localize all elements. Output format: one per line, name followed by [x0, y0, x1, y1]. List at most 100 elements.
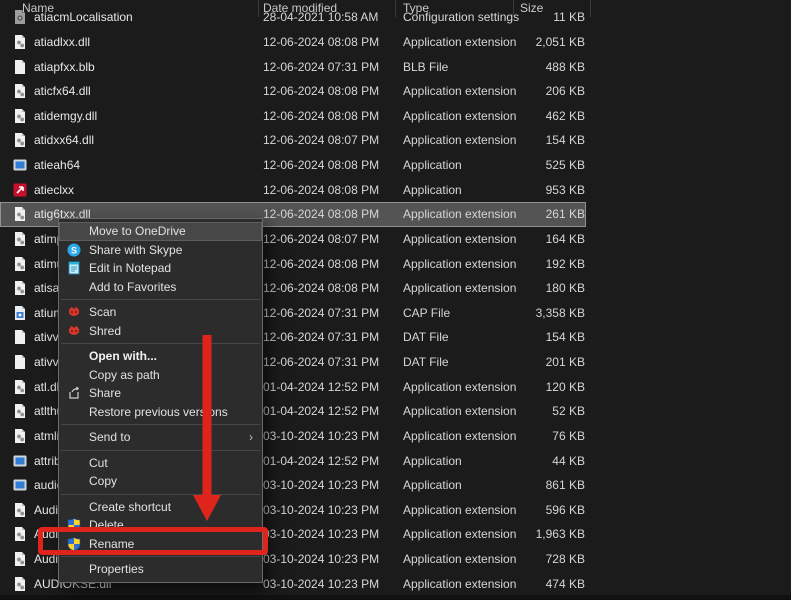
file-type: Application	[403, 454, 462, 468]
file-date-modified: 12-06-2024 08:08 PM	[263, 257, 379, 271]
file-name: attrib	[34, 454, 61, 468]
column-header-type[interactable]: Type	[403, 1, 429, 15]
file-date-modified: 12-06-2024 07:31 PM	[263, 330, 379, 344]
file-date-modified: 03-10-2024 10:23 PM	[263, 429, 379, 443]
menu-item-rename[interactable]: Rename	[59, 535, 262, 554]
menu-item-shred[interactable]: Shred	[59, 322, 262, 341]
menu-item-properties[interactable]: Properties	[59, 560, 262, 579]
file-date-modified: 12-06-2024 08:08 PM	[263, 183, 379, 197]
file-name: aticfx64.dll	[34, 84, 91, 98]
column-divider[interactable]	[590, 0, 591, 17]
file-type: DAT File	[403, 355, 449, 369]
menu-item-share-with-skype[interactable]: SShare with Skype	[59, 241, 262, 260]
menu-item-create-shortcut[interactable]: Create shortcut	[59, 498, 262, 517]
menu-item-cut[interactable]: Cut	[59, 454, 262, 473]
menu-item-copy-as-path[interactable]: Copy as path	[59, 366, 262, 385]
dll-file-icon	[12, 256, 28, 272]
file-size: 52 KB	[460, 404, 585, 418]
file-size: 120 KB	[460, 380, 585, 394]
file-size: 2,051 KB	[460, 35, 585, 49]
menu-separator	[61, 299, 260, 300]
dll-file-icon	[12, 108, 28, 124]
file-size: 488 KB	[460, 60, 585, 74]
file-name: atiapfxx.blb	[34, 60, 95, 74]
menu-item-label: Copy as path	[89, 368, 160, 382]
file-type: Application	[403, 183, 462, 197]
app-red-icon	[12, 182, 28, 198]
file-date-modified: 12-06-2024 07:31 PM	[263, 306, 379, 320]
menu-item-label: Copy	[89, 474, 117, 488]
menu-separator	[61, 450, 260, 451]
dll-file-icon	[12, 551, 28, 567]
menu-item-copy[interactable]: Copy	[59, 472, 262, 491]
dll-file-icon	[12, 576, 28, 592]
column-divider[interactable]	[513, 0, 514, 17]
file-name: atieah64	[34, 158, 80, 172]
menu-item-open-with[interactable]: Open with...	[59, 347, 262, 366]
file-size: 728 KB	[460, 552, 585, 566]
menu-item-send-to[interactable]: Send to ›	[59, 428, 262, 447]
file-row[interactable]: aticfx64.dll12-06-2024 08:08 PMApplicati…	[0, 79, 586, 104]
menu-item-label: Shred	[89, 324, 121, 338]
dll-file-icon	[12, 231, 28, 247]
file-date-modified: 12-06-2024 08:08 PM	[263, 281, 379, 295]
file-date-modified: 12-06-2024 08:08 PM	[263, 84, 379, 98]
share-icon	[67, 386, 81, 400]
menu-item-label: Add to Favorites	[89, 280, 176, 294]
column-header-size[interactable]: Size	[520, 1, 543, 15]
file-size: 164 KB	[460, 232, 585, 246]
file-date-modified: 03-10-2024 10:23 PM	[263, 478, 379, 492]
menu-item-label: Properties	[89, 562, 144, 576]
file-size: 1,963 KB	[460, 527, 585, 541]
dll-file-icon	[12, 403, 28, 419]
dll-file-icon	[12, 280, 28, 296]
file-size: 192 KB	[460, 257, 585, 271]
file-date-modified: 01-04-2024 12:52 PM	[263, 404, 379, 418]
uac-shield-icon	[67, 537, 81, 551]
file-name: atidemgy.dll	[34, 109, 97, 123]
menu-item-label: Share	[89, 386, 121, 400]
antivirus-icon	[67, 324, 81, 338]
file-date-modified: 12-06-2024 07:31 PM	[263, 355, 379, 369]
menu-item-add-to-favorites[interactable]: Add to Favorites	[59, 278, 262, 297]
file-type: Application	[403, 158, 462, 172]
file-date-modified: 12-06-2024 08:08 PM	[263, 158, 379, 172]
file-row[interactable]: atieah64 12-06-2024 08:08 PM Application52…	[0, 153, 586, 178]
file-size: 525 KB	[460, 158, 585, 172]
file-row[interactable]: atidxx64.dll12-06-2024 08:07 PMApplicati…	[0, 128, 586, 153]
menu-item-share[interactable]: Share	[59, 384, 262, 403]
menu-item-delete[interactable]: Delete	[59, 516, 262, 535]
generic-file-icon	[12, 329, 28, 345]
file-date-modified: 12-06-2024 08:08 PM	[263, 207, 379, 221]
svg-text:S: S	[71, 245, 77, 255]
column-divider[interactable]	[395, 0, 396, 17]
list-header: Name Date modified Type Size	[0, 0, 791, 17]
skype-icon: S	[67, 243, 81, 257]
file-name: atiadlxx.dll	[34, 35, 90, 49]
dll-file-icon	[12, 379, 28, 395]
menu-item-label: Send to	[89, 430, 130, 444]
file-row[interactable]: atieclxx12-06-2024 08:08 PMApplication95…	[0, 177, 586, 202]
menu-item-scan[interactable]: Scan	[59, 303, 262, 322]
menu-item-label: Edit in Notepad	[89, 261, 171, 275]
menu-item-edit-in-notepad[interactable]: Edit in Notepad	[59, 259, 262, 278]
window-bottom-edge	[0, 595, 791, 600]
column-divider[interactable]	[258, 0, 259, 17]
column-header-name[interactable]: Name	[22, 1, 54, 15]
file-size: 76 KB	[460, 429, 585, 443]
file-date-modified: 12-06-2024 08:07 PM	[263, 232, 379, 246]
generic-file-icon	[12, 354, 28, 370]
file-size: 154 KB	[460, 330, 585, 344]
submenu-chevron-icon: ›	[249, 428, 253, 447]
file-row[interactable]: atiadlxx.dll12-06-2024 08:08 PMApplicati…	[0, 30, 586, 55]
file-row[interactable]: atiapfxx.blb12-06-2024 07:31 PMBLB File4…	[0, 54, 586, 79]
menu-separator	[61, 494, 260, 495]
menu-item-label: Delete	[89, 518, 124, 532]
file-row[interactable]: atidemgy.dll12-06-2024 08:08 PMApplicati…	[0, 104, 586, 129]
column-header-date-modified[interactable]: Date modified	[263, 1, 337, 15]
menu-item-restore-previous-versions[interactable]: Restore previous versions	[59, 403, 262, 422]
dll-file-icon	[12, 206, 28, 222]
menu-item-move-to-onedrive[interactable]: Move to OneDrive	[59, 222, 262, 241]
file-size: 3,358 KB	[460, 306, 585, 320]
menu-item-label: Restore previous versions	[89, 405, 228, 419]
